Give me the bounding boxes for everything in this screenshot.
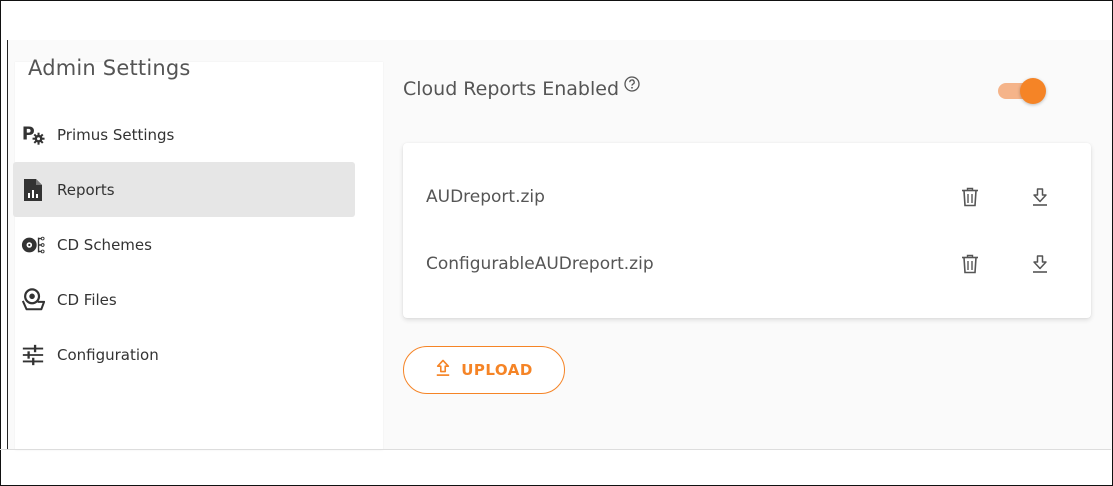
sidebar-nav: P Primus Settings Reports CD Schemes CD … [13, 107, 355, 382]
sidebar-item-label: CD Files [57, 290, 117, 309]
sidebar-title: Admin Settings [28, 56, 191, 80]
sidebar-item-label: CD Schemes [57, 235, 152, 254]
cloud-reports-toggle[interactable] [996, 77, 1048, 104]
sidebar-item-configuration[interactable]: Configuration [13, 327, 355, 382]
divider [0, 449, 1111, 450]
file-list-card: AUDreport.zip ConfigurableAUDreport.zip [403, 143, 1091, 318]
file-name: ConfigurableAUDreport.zip [426, 254, 654, 274]
upload-button[interactable]: UPLOAD [403, 346, 565, 394]
cloud-reports-header: Cloud Reports Enabled [403, 75, 640, 100]
list-item: AUDreport.zip [403, 177, 1091, 217]
sidebar-item-primus-settings[interactable]: P Primus Settings [13, 107, 355, 162]
upload-button-label: UPLOAD [461, 361, 533, 379]
page-title: Cloud Reports Enabled [403, 78, 620, 100]
sidebar-item-label: Reports [57, 180, 115, 199]
sidebar-item-label: Primus Settings [57, 125, 175, 144]
download-icon[interactable] [1027, 251, 1053, 277]
download-icon[interactable] [1027, 184, 1053, 210]
toggle-knob [1020, 78, 1046, 104]
primus-settings-icon: P [21, 123, 45, 147]
delete-icon[interactable] [957, 184, 983, 210]
sidebar-item-label: Configuration [57, 345, 159, 364]
help-circle-icon[interactable] [624, 75, 640, 97]
delete-icon[interactable] [957, 251, 983, 277]
cd-schemes-icon [21, 233, 45, 257]
file-name: AUDreport.zip [426, 187, 545, 207]
report-document-icon [21, 178, 45, 202]
upload-icon [435, 359, 451, 382]
svg-text:P: P [22, 124, 35, 144]
cd-files-icon [21, 287, 45, 312]
sidebar-item-reports[interactable]: Reports [13, 162, 355, 217]
sidebar-item-cd-files[interactable]: CD Files [13, 272, 355, 327]
list-item: ConfigurableAUDreport.zip [403, 244, 1091, 284]
sidebar-item-cd-schemes[interactable]: CD Schemes [13, 217, 355, 272]
sliders-icon [21, 343, 45, 367]
